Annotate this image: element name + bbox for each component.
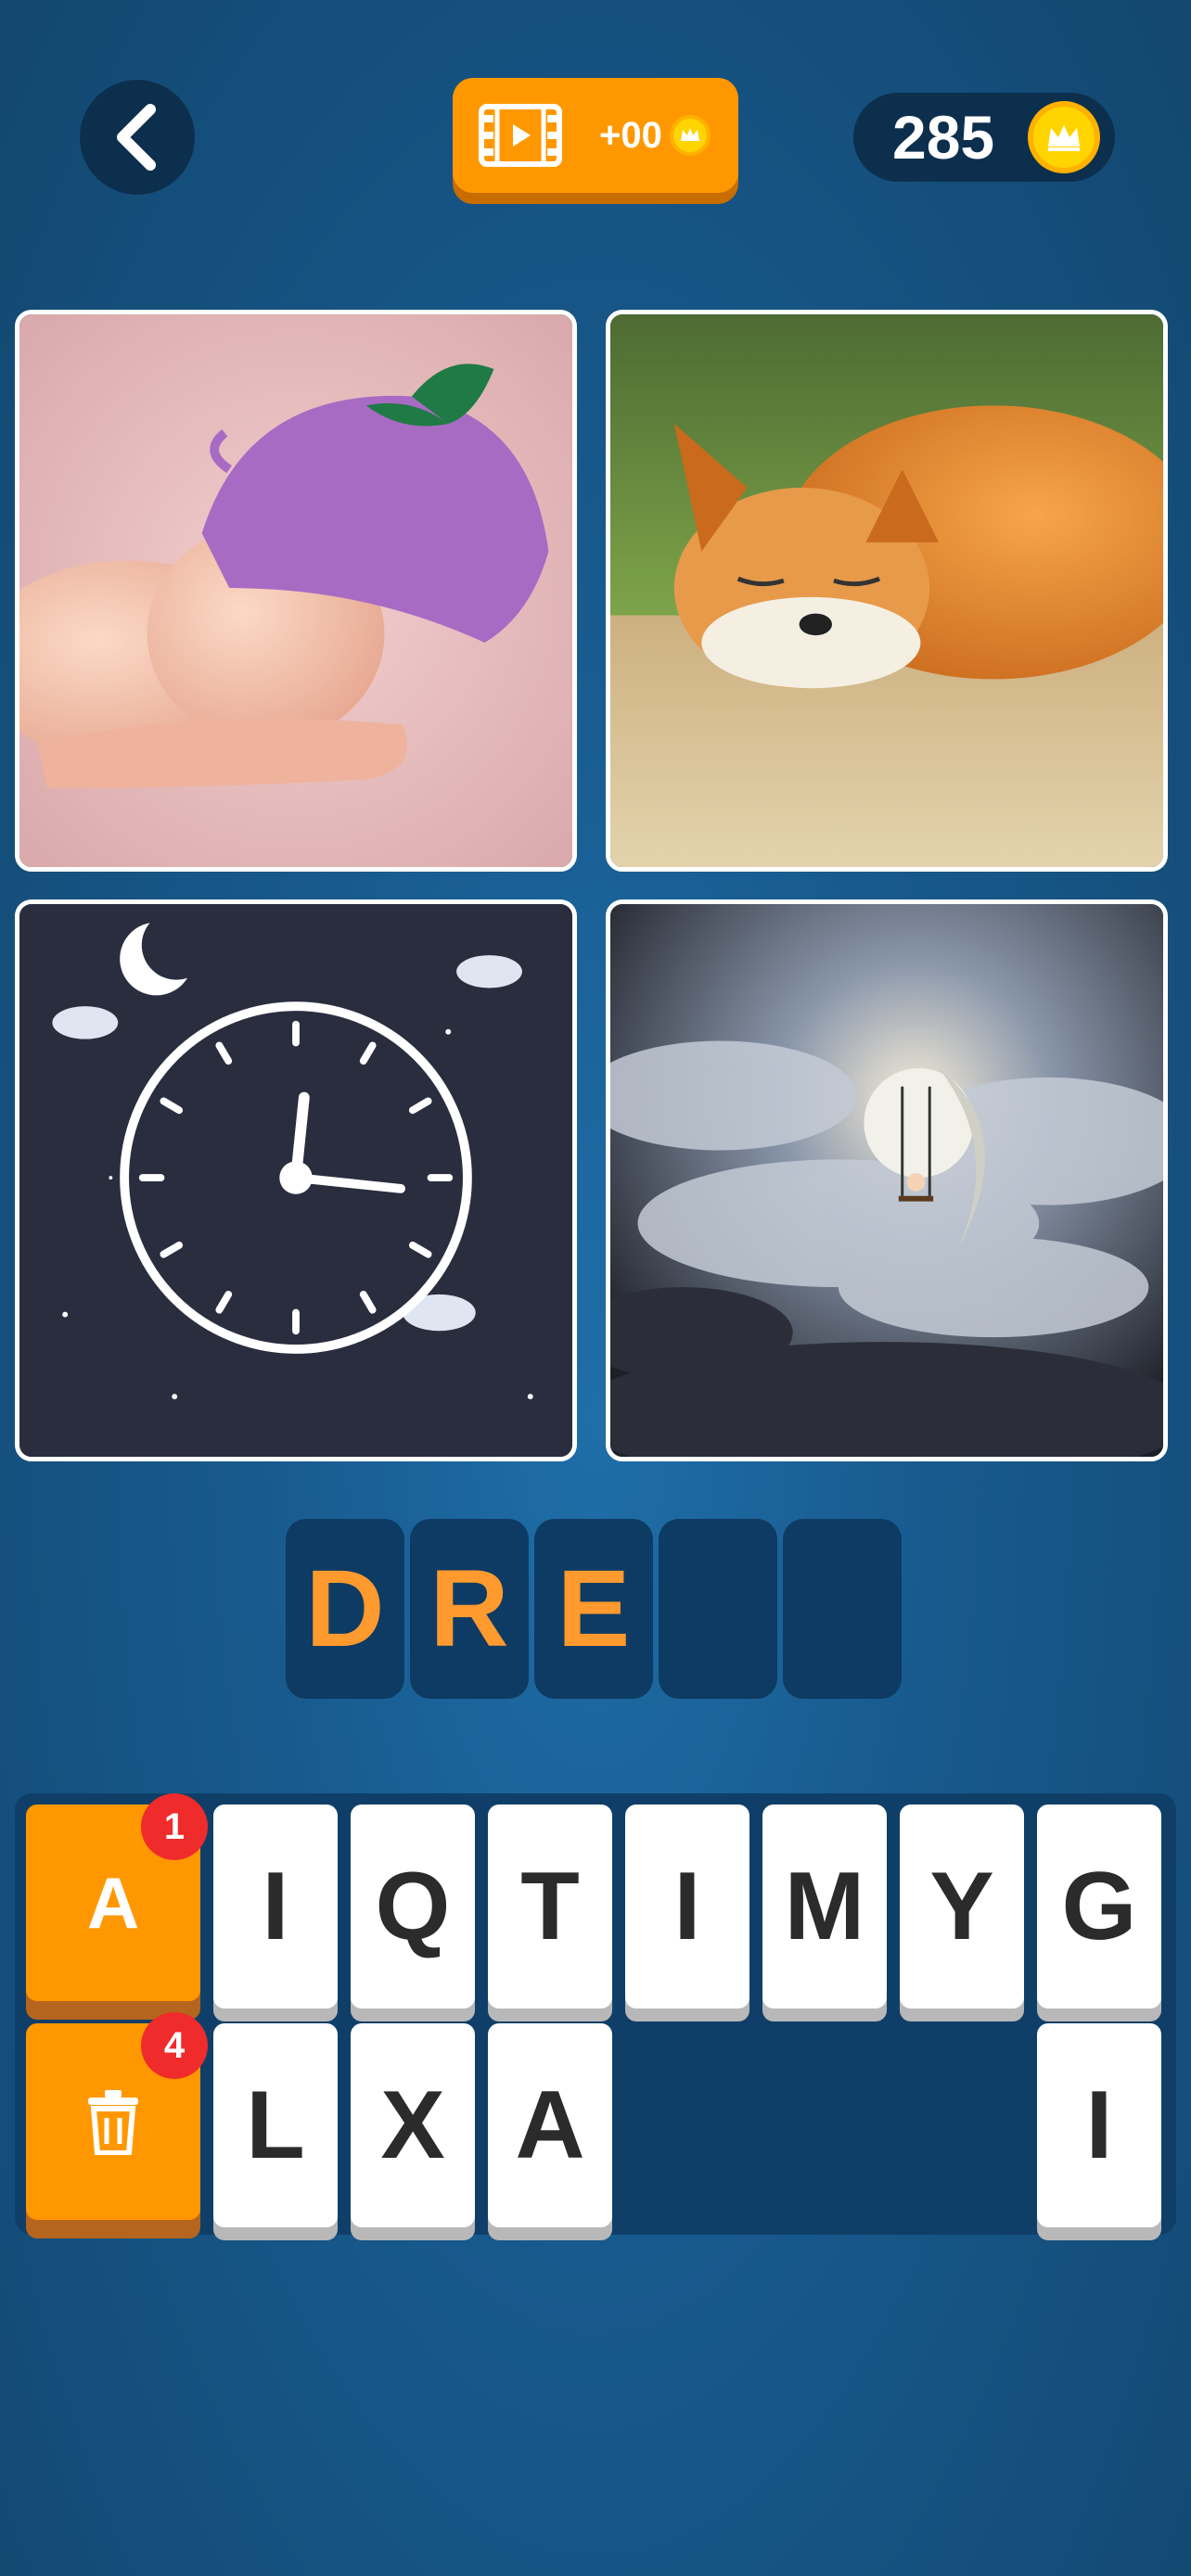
letter-key[interactable]: G — [1037, 1804, 1161, 2009]
letter-key[interactable]: M — [762, 1804, 887, 2009]
video-reward-label: +00 — [599, 114, 662, 156]
clue-image-sleeping-fox — [606, 310, 1168, 872]
clue-image-night-clock — [15, 899, 577, 1461]
film-icon — [479, 104, 562, 167]
answer-slot[interactable]: E — [534, 1519, 653, 1699]
coin-small-icon — [669, 115, 711, 156]
letter-key[interactable]: I — [213, 1804, 338, 2009]
letter-key[interactable]: T — [488, 1804, 612, 2009]
clue-image-moon-swing-clouds — [606, 899, 1168, 1461]
letter-key[interactable]: Y — [900, 1804, 1024, 2009]
letter-key[interactable]: X — [351, 2023, 475, 2227]
crown-coin-icon — [1028, 101, 1100, 173]
back-button[interactable] — [80, 80, 195, 195]
coin-balance: 285 — [853, 93, 1115, 182]
letter-key[interactable]: L — [213, 2023, 338, 2227]
answer-slot[interactable] — [659, 1519, 777, 1699]
clue-image-sleeping-baby — [15, 310, 577, 872]
letter-key[interactable]: I — [625, 1804, 749, 2009]
trash-icon — [88, 2090, 138, 2155]
coin-count: 285 — [892, 103, 995, 172]
letter-key[interactable]: I — [1037, 2023, 1161, 2227]
answer-slot[interactable] — [783, 1519, 902, 1699]
answer-slot[interactable]: R — [410, 1519, 529, 1699]
hint-letter: A — [86, 1861, 140, 1944]
answer-slot[interactable]: D — [286, 1519, 404, 1699]
remove-count-badge: 4 — [141, 2012, 208, 2079]
hint-count-badge: 1 — [141, 1793, 208, 1860]
watch-video-button[interactable]: +00 — [453, 78, 738, 193]
back-arrow-icon — [117, 104, 156, 171]
letter-key[interactable]: Q — [351, 1804, 475, 2009]
letter-key[interactable]: A — [488, 2023, 612, 2227]
